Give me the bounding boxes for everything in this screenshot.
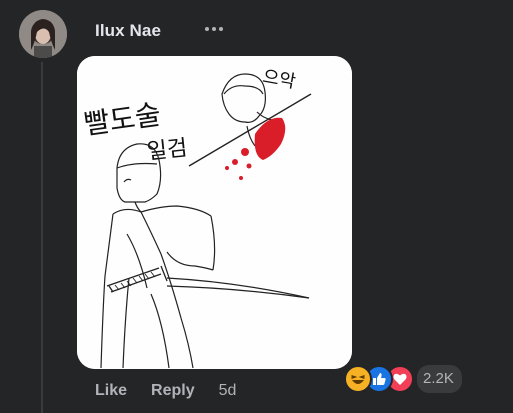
comment-actions: Like Reply 5d [95,381,236,401]
like-link[interactable]: Like [95,382,127,400]
more-options-button[interactable] [203,18,225,40]
reply-link[interactable]: Reply [151,382,195,400]
reaction-icons [344,365,414,393]
sketch-drawing: 빨도술 일검 으악 [77,56,352,369]
comment-author[interactable]: Ilux Nae [95,21,161,41]
drawing-text-left-2: 일검 [146,136,189,165]
comment-image[interactable]: 빨도술 일검 으악 [77,56,352,369]
avatar[interactable] [19,10,67,58]
thread-line [41,62,43,413]
user-avatar-icon [19,10,67,58]
reactions-summary[interactable]: 2.2K [344,365,462,393]
haha-reaction-icon [344,365,372,393]
comment-timestamp[interactable]: 5d [219,382,237,400]
more-options-icon [205,27,223,31]
reaction-count: 2.2K [417,365,462,393]
